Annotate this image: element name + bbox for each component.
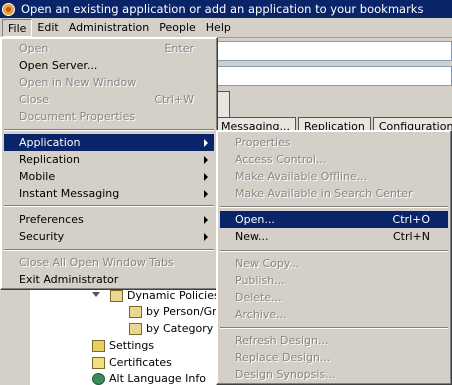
menu-help[interactable]: Help [201, 19, 236, 37]
menu-bar: File Edit Administration People Help [0, 18, 452, 38]
menu-separator [220, 206, 448, 208]
server-field[interactable] [215, 41, 452, 61]
submenu-arrow-icon [204, 156, 208, 164]
tree-item-by-person[interactable]: by Person/Gro [129, 304, 223, 320]
menu-item-document-properties[interactable]: Document Properties [4, 108, 214, 125]
folder-icon [110, 290, 123, 302]
tree-item-certificates[interactable]: Certificates [92, 355, 172, 371]
menu-item-mobile[interactable]: Mobile [4, 168, 214, 185]
tree-item-settings[interactable]: Settings [92, 338, 154, 354]
menu-item-exit[interactable]: Exit Administrator [4, 271, 214, 288]
menu-item-close-all-tabs[interactable]: Close All Open Window Tabs [4, 254, 214, 271]
submenu-item-replace-design[interactable]: Replace Design... [220, 349, 448, 366]
menu-administration[interactable]: Administration [64, 19, 155, 37]
submenu-item-new[interactable]: New... Ctrl+N [220, 228, 448, 245]
menu-item-replication[interactable]: Replication [4, 151, 214, 168]
settings-icon [92, 340, 105, 352]
submenu-arrow-icon [204, 139, 208, 147]
menu-item-application[interactable]: Application [4, 134, 214, 151]
submenu-item-archive[interactable]: Archive... [220, 306, 448, 323]
title-bar: Open an existing application or add an a… [0, 0, 452, 18]
app-logo-icon [2, 2, 15, 16]
tree-item-dynamic-policies[interactable]: Dynamic Policies [110, 288, 220, 304]
menu-file[interactable]: File [2, 18, 33, 37]
menu-item-close[interactable]: Close Ctrl+W [4, 91, 214, 108]
submenu-item-search-center[interactable]: Make Available in Search Center [220, 185, 448, 202]
submenu-item-new-copy[interactable]: New Copy... [220, 255, 448, 272]
menu-edit[interactable]: Edit [32, 19, 63, 37]
submenu-arrow-icon [204, 233, 208, 241]
submenu-item-publish[interactable]: Publish... [220, 272, 448, 289]
submenu-arrow-icon [204, 216, 208, 224]
submenu-item-delete[interactable]: Delete... [220, 289, 448, 306]
submenu-arrow-icon [204, 173, 208, 181]
menu-separator [4, 129, 214, 131]
menu-item-open-new-window[interactable]: Open in New Window [4, 74, 214, 91]
tree-item-alt-language[interactable]: Alt Language Info [92, 371, 206, 385]
certificate-icon [92, 357, 105, 369]
menu-separator [4, 205, 214, 207]
menu-item-open-server[interactable]: Open Server... [4, 57, 214, 74]
submenu-item-properties[interactable]: Properties [220, 134, 448, 151]
submenu-item-refresh-design[interactable]: Refresh Design... [220, 332, 448, 349]
menu-item-security[interactable]: Security [4, 228, 214, 245]
globe-icon [92, 373, 105, 385]
submenu-arrow-icon [204, 190, 208, 198]
submenu-item-access-control[interactable]: Access Control... [220, 151, 448, 168]
submenu-item-design-synopsis[interactable]: Design Synopsis... [220, 366, 448, 383]
application-submenu: Properties Access Control... Make Availa… [216, 130, 452, 385]
expand-arrow-icon[interactable] [92, 292, 100, 297]
menu-item-open[interactable]: Open Enter [4, 40, 214, 57]
menu-item-instant-messaging[interactable]: Instant Messaging [4, 185, 214, 202]
menu-people[interactable]: People [154, 19, 201, 37]
file-menu: Open Enter Open Server... Open in New Win… [0, 37, 218, 290]
window-title: Open an existing application or add an a… [21, 2, 424, 16]
menu-item-preferences[interactable]: Preferences [4, 211, 214, 228]
view-icon [129, 323, 142, 335]
menu-separator [220, 327, 448, 329]
submenu-item-open[interactable]: Open... Ctrl+O [220, 211, 448, 228]
address-field[interactable] [215, 66, 452, 86]
menu-separator [4, 249, 214, 251]
tree-item-by-category[interactable]: by Category [129, 321, 213, 337]
submenu-item-make-available-offline[interactable]: Make Available Offline... [220, 168, 448, 185]
view-icon [129, 306, 142, 318]
menu-separator [220, 250, 448, 252]
